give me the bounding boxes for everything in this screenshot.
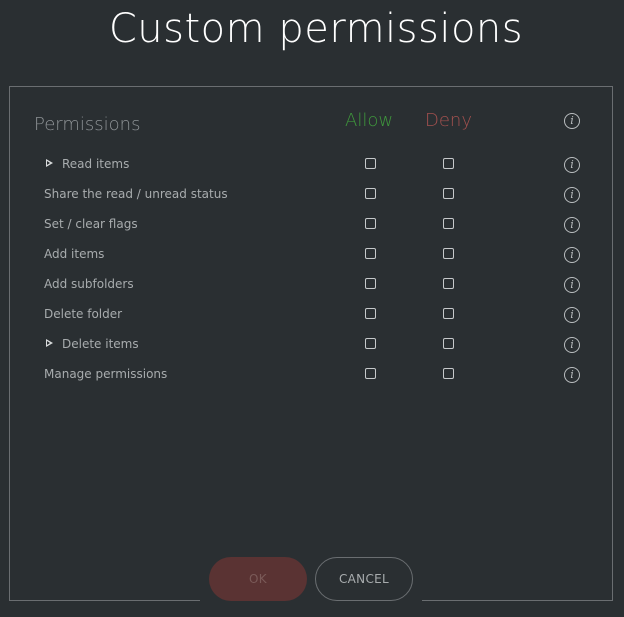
permission-row: Set / clear flags i: [0, 215, 624, 245]
permission-row: Add items i: [0, 245, 624, 275]
permission-row: Delete items i: [0, 335, 624, 365]
permission-row: Delete folder i: [0, 305, 624, 335]
allow-checkbox[interactable]: [365, 278, 376, 289]
deny-checkbox[interactable]: [443, 158, 454, 169]
cancel-button[interactable]: CANCEL: [315, 557, 413, 601]
permissions-column-header: Permissions: [34, 114, 141, 135]
info-icon[interactable]: i: [564, 187, 580, 203]
permission-label: Add subfolders: [44, 277, 134, 291]
info-icon[interactable]: i: [564, 247, 580, 263]
permission-row: Share the read / unread status i: [0, 185, 624, 215]
allow-checkbox[interactable]: [365, 308, 376, 319]
expand-triangle-icon[interactable]: [46, 159, 53, 167]
permission-row: Add subfolders i: [0, 275, 624, 305]
info-icon[interactable]: i: [564, 277, 580, 293]
custom-permissions-dialog: Custom permissions Permissions Allow Den…: [0, 0, 624, 617]
deny-checkbox[interactable]: [443, 278, 454, 289]
permission-label: Add items: [44, 247, 105, 261]
allow-column-header: Allow: [345, 110, 394, 131]
permission-label: Delete items: [62, 337, 139, 351]
info-icon[interactable]: i: [564, 217, 580, 233]
allow-checkbox[interactable]: [365, 218, 376, 229]
permission-row: Read items i: [0, 155, 624, 185]
dialog-title: Custom permissions: [108, 6, 524, 52]
allow-checkbox[interactable]: [365, 158, 376, 169]
deny-checkbox[interactable]: [443, 338, 454, 349]
info-icon[interactable]: i: [564, 157, 580, 173]
permission-label: Read items: [62, 157, 130, 171]
ok-button[interactable]: OK: [209, 557, 307, 601]
expand-triangle-icon[interactable]: [46, 339, 53, 347]
deny-checkbox[interactable]: [443, 308, 454, 319]
permission-label: Delete folder: [44, 307, 123, 321]
allow-checkbox[interactable]: [365, 188, 376, 199]
permission-row: Manage permissions i: [0, 365, 624, 395]
info-icon[interactable]: i: [564, 307, 580, 323]
info-icon[interactable]: i: [564, 337, 580, 353]
allow-checkbox[interactable]: [365, 338, 376, 349]
info-icon[interactable]: i: [564, 367, 580, 383]
deny-column-header: Deny: [425, 110, 472, 131]
deny-checkbox[interactable]: [443, 188, 454, 199]
deny-checkbox[interactable]: [443, 218, 454, 229]
deny-checkbox[interactable]: [443, 248, 454, 259]
deny-checkbox[interactable]: [443, 368, 454, 379]
allow-checkbox[interactable]: [365, 368, 376, 379]
permission-label: Manage permissions: [44, 367, 168, 381]
permission-label: Set / clear flags: [44, 217, 138, 231]
info-icon[interactable]: i: [564, 113, 580, 129]
allow-checkbox[interactable]: [365, 248, 376, 259]
permission-label: Share the read / unread status: [44, 187, 228, 201]
